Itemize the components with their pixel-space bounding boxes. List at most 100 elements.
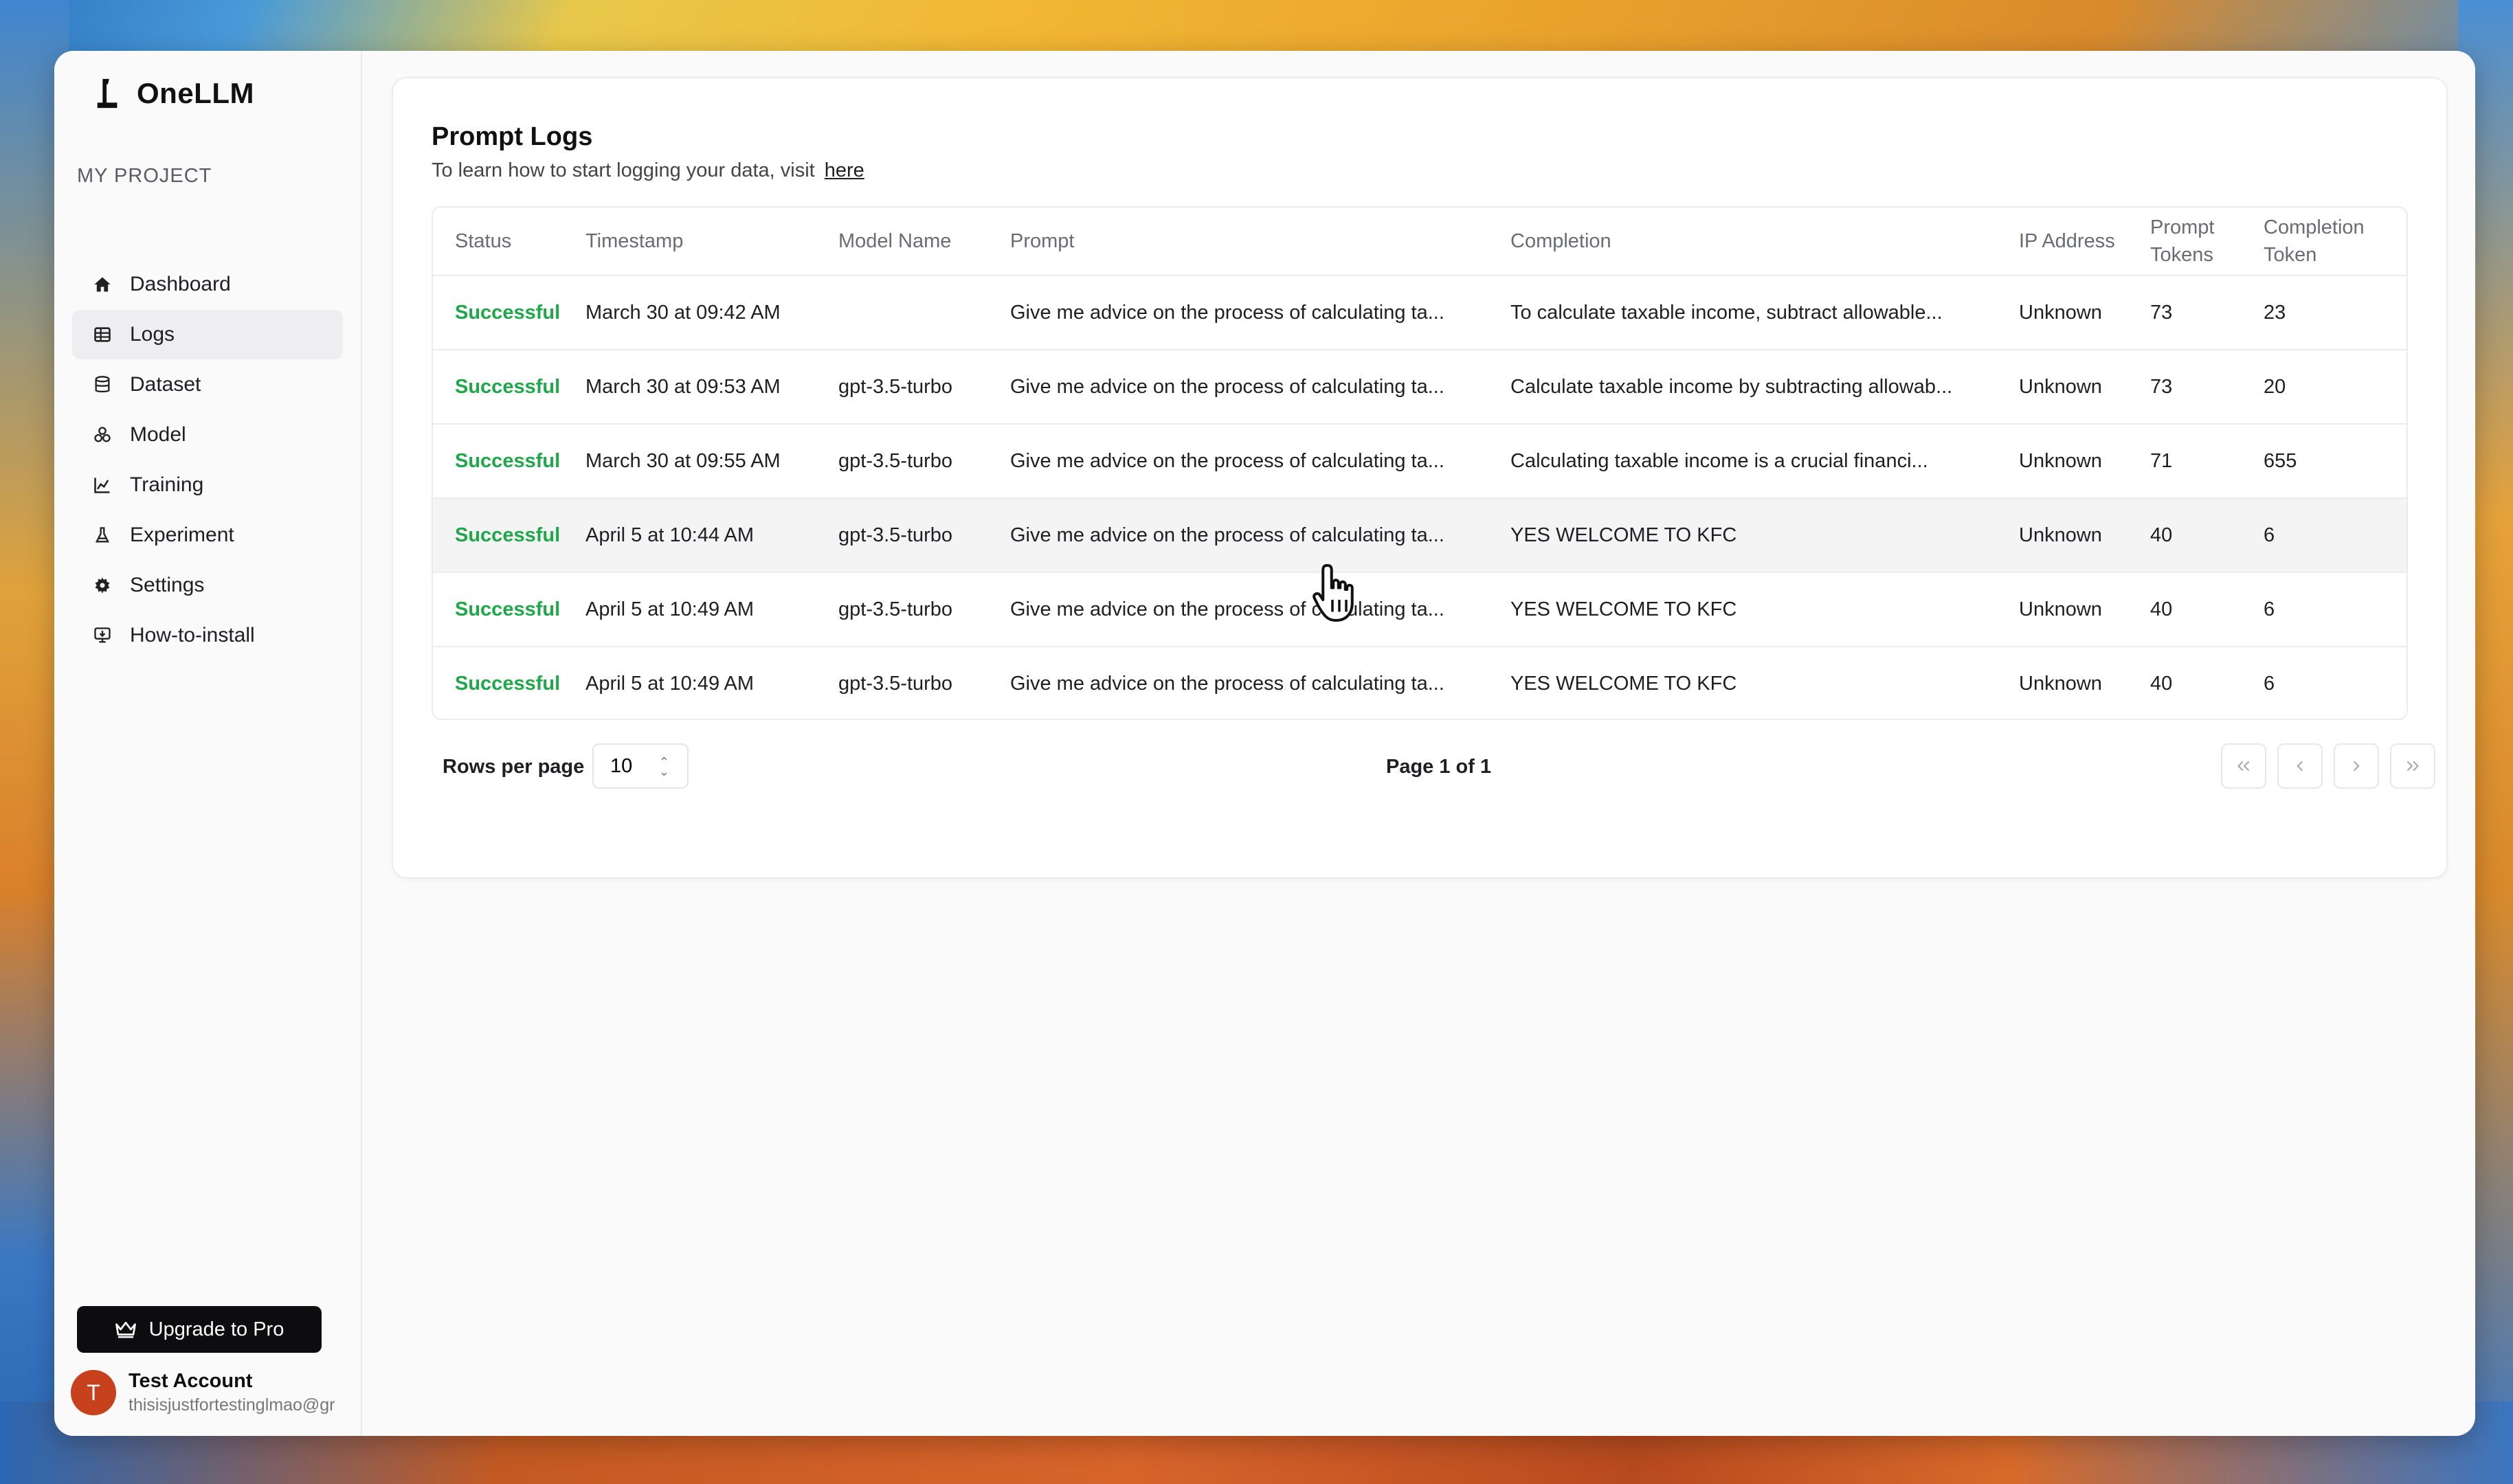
sidebar-item-settings[interactable]: Settings [72,561,343,610]
rows-per-page-value: 10 [610,754,633,777]
prompt-cell: Give me advice on the process of calcula… [1010,276,1510,350]
sidebar-item-label: Dataset [130,373,201,396]
status-cell: Successful [433,424,585,499]
status-cell: Successful [433,276,585,350]
brand-name: OneLLM [137,77,254,109]
prompt-tokens-cell: 73 [2150,276,2264,350]
model-icon [94,427,111,442]
account-email: thisisjustfortestinglmao@gr [129,1395,335,1415]
completion-token-cell: 6 [2264,572,2406,647]
completion-cell: YES WELCOME TO KFC [1510,572,2019,647]
column-header-completion-token[interactable]: Completion Token [2264,207,2406,276]
upgrade-label: Upgrade to Pro [148,1318,284,1340]
ip-cell: Unknown [2019,572,2150,647]
sidebar-item-experiment[interactable]: Experiment [72,510,343,560]
project-section-label: MY PROJECT [77,165,212,187]
ip-cell: Unknown [2019,498,2150,573]
brand[interactable]: OneLLM [94,77,254,110]
timestamp-cell: March 30 at 09:53 AM [585,350,838,425]
sidebar-item-training[interactable]: Training [72,460,343,510]
timestamp-cell: April 5 at 10:49 AM [585,572,838,647]
sidebar-item-label: How-to-install [130,624,255,647]
column-header-model[interactable]: Model Name [838,207,1010,276]
logs-table: Status Timestamp Model Name Prompt Compl… [432,206,2408,720]
prompt-tokens-cell: 71 [2150,424,2264,499]
completion-cell: Calculate taxable income by subtracting … [1510,350,2019,425]
status-cell: Successful [433,572,585,647]
model-cell: gpt-3.5-turbo [838,350,1010,425]
logging-docs-link[interactable]: here [825,159,864,181]
status-cell: Successful [433,350,585,425]
model-cell: gpt-3.5-turbo [838,498,1010,573]
prompt-tokens-cell: 40 [2150,672,2173,695]
ip-cell: Unknown [2019,350,2150,425]
table-row[interactable]: Successful April 5 at 10:44 AM gpt-3.5-t… [433,498,2406,573]
completion-cell: YES WELCOME TO KFC [1510,498,2019,573]
sidebar-item-label: Dashboard [130,273,231,295]
chevrons-right-icon [2406,761,2420,772]
table-row[interactable]: Successful April 5 at 10:49 AM gpt-3.5-t… [433,647,2406,719]
sidebar-item-label: Model [130,423,186,446]
rows-per-page-select[interactable]: 10 ⌃ ⌄ [592,743,689,789]
model-cell: gpt-3.5-turbo [838,572,1010,647]
column-header-prompt[interactable]: Prompt [1010,207,1510,276]
sidebar-item-logs[interactable]: Logs [72,310,343,359]
prompt-cell: Give me advice on the process of calcula… [1010,672,1444,695]
install-icon [94,627,111,643]
status-cell: Successful [433,498,585,573]
pagination: Rows per page 10 ⌃ ⌄ Page 1 of 1 [432,743,2435,791]
completion-token-cell: 6 [2264,498,2406,573]
table-row[interactable]: Successful March 30 at 09:55 AM gpt-3.5-… [433,424,2406,499]
page-indicator: Page 1 of 1 [1386,756,1492,778]
updown-chevron-icon: ⌃ ⌄ [658,755,669,778]
column-header-completion[interactable]: Completion [1510,207,2019,276]
table-row[interactable]: Successful April 5 at 10:49 AM gpt-3.5-t… [433,572,2406,647]
completion-cell: Calculating taxable income is a crucial … [1510,424,2019,499]
table-row[interactable]: Successful March 30 at 09:42 AM Give me … [433,276,2406,350]
onellm-logo-icon [97,78,118,109]
table-row[interactable]: Successful March 30 at 09:53 AM gpt-3.5-… [433,350,2406,425]
prompt-logs-card: Prompt Logs To learn how to start loggin… [392,77,2448,879]
timestamp-cell: April 5 at 10:44 AM [585,498,838,573]
app-window: OneLLM MY PROJECT Dashboard Logs Dataset… [54,51,2475,1436]
chevrons-left-icon [2237,761,2250,772]
prompt-tokens-cell: 40 [2150,498,2264,573]
prompt-cell: Give me advice on the process of calcula… [1010,424,1510,499]
column-header-timestamp[interactable]: Timestamp [585,207,838,276]
first-page-button[interactable] [2221,743,2266,789]
completion-token-cell: 20 [2264,350,2406,425]
column-header-prompt-tokens[interactable]: Prompt Tokens [2150,207,2264,276]
previous-page-button[interactable] [2277,743,2323,789]
next-page-button[interactable] [2334,743,2379,789]
hand-cursor-icon [1313,564,1354,622]
completion-cell: To calculate taxable income, subtract al… [1510,276,2019,350]
subtitle-text: To learn how to start logging your data,… [432,159,815,181]
sidebar-item-how-to-install[interactable]: How-to-install [72,611,343,660]
last-page-button[interactable] [2390,743,2435,789]
model-cell [838,276,1010,350]
chart-icon [94,477,110,493]
prompt-cell: Give me advice on the process of calcula… [1010,498,1510,573]
timestamp-cell: March 30 at 09:55 AM [585,424,838,499]
column-header-status[interactable]: Status [433,207,585,276]
model-cell: gpt-3.5-turbo [838,424,1010,499]
sidebar-item-dashboard[interactable]: Dashboard [72,260,343,309]
sidebar-item-label: Settings [130,574,205,596]
rows-per-page-label: Rows per page [443,756,585,778]
table-icon [94,327,111,342]
sidebar-item-label: Logs [130,323,175,346]
page-title: Prompt Logs [432,122,593,151]
home-icon [94,277,111,292]
column-header-ip[interactable]: IP Address [2019,207,2150,276]
ip-cell: Unknown [2019,672,2102,695]
completion-token-cell: 655 [2264,424,2406,499]
account-menu[interactable]: T Test Account thisisjustfortestinglmao@… [71,1370,359,1415]
sidebar-item-label: Training [130,473,204,496]
crown-icon [115,1321,136,1338]
prompt-cell: Give me advice on the process of calcula… [1010,350,1510,425]
prompt-tokens-cell: 40 [2150,572,2264,647]
prompt-cell: Give me advice on the process of calcula… [1010,572,1510,647]
upgrade-to-pro-button[interactable]: Upgrade to Pro [77,1306,322,1353]
sidebar-item-model[interactable]: Model [72,410,343,460]
sidebar-item-dataset[interactable]: Dataset [72,360,343,409]
